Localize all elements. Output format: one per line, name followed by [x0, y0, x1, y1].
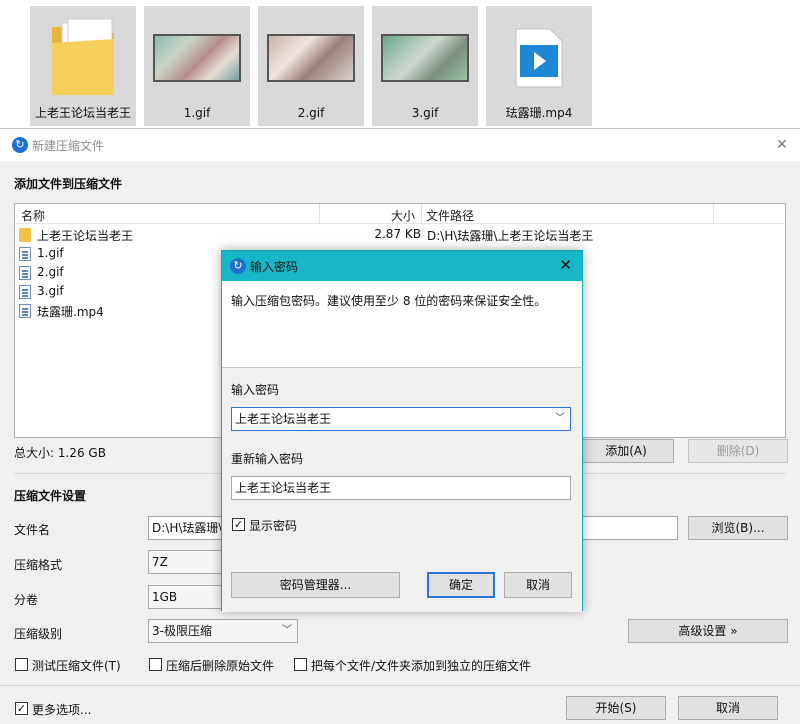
row-name: 3.gif [37, 284, 64, 298]
app-logo-icon: ↻ [230, 258, 246, 274]
divider [0, 685, 800, 686]
desktop-file-1gif[interactable]: 1.gif [144, 6, 250, 126]
password-dialog-title: 输入密码 [250, 260, 299, 274]
row-name: 上老王论坛当老王 [37, 229, 134, 243]
add-files-heading: 添加文件到压缩文件 [14, 177, 123, 191]
file-icon [19, 266, 31, 280]
image-thumbnail [267, 34, 355, 82]
separate-archives-checkbox[interactable] [294, 658, 307, 671]
add-button[interactable]: 添加(A) [578, 439, 674, 463]
delete-original-label: 压缩后删除原始文件 [166, 659, 275, 673]
browse-button[interactable]: 浏览(B)... [688, 516, 788, 540]
delete-original-checkbox[interactable] [149, 658, 162, 671]
password-manager-button[interactable]: 密码管理器... [231, 572, 400, 598]
password-description: 输入压缩包密码。建议使用至少 8 位的密码来保证安全性。 [231, 294, 547, 308]
row-size: 2.87 KB [374, 227, 421, 241]
settings-heading: 压缩文件设置 [14, 489, 87, 503]
format-label: 压缩格式 [14, 558, 63, 572]
list-header: 名称 大小 文件路径 [15, 204, 785, 224]
level-select[interactable]: 3-极限压缩 ﹀ [148, 619, 298, 643]
delete-button[interactable]: 删除(D) [688, 439, 788, 463]
row-name: 2.gif [37, 265, 64, 279]
desktop-file-name: 2.gif [297, 106, 325, 120]
test-archive-checkbox[interactable] [15, 658, 28, 671]
cancel-button[interactable]: 取消 [678, 696, 778, 720]
password-value: 上老王论坛当老王 [235, 412, 332, 426]
password-input[interactable]: 上老王论坛当老王 ﹀ [231, 407, 571, 431]
password-form: 输入密码 上老王论坛当老王 ﹀ 重新输入密码 上老王论坛当老王 ✓ 显示密码 密… [222, 367, 582, 612]
test-archive-label: 测试压缩文件(T) [32, 659, 121, 673]
ok-button[interactable]: 确定 [427, 572, 495, 598]
password-cancel-button[interactable]: 取消 [504, 572, 572, 598]
password-dialog-description-area: 输入压缩包密码。建议使用至少 8 位的密码来保证安全性。 [222, 281, 582, 367]
row-name: 珐露珊.mp4 [37, 305, 104, 319]
start-button[interactable]: 开始(S) [566, 696, 666, 720]
confirm-password-input[interactable]: 上老王论坛当老王 [231, 476, 571, 500]
level-label: 压缩级别 [14, 627, 63, 641]
column-size[interactable]: 大小 [391, 207, 415, 224]
file-icon [19, 304, 31, 318]
desktop-file-name: 1.gif [183, 106, 211, 120]
column-name[interactable]: 名称 [21, 207, 45, 224]
folder-icon [19, 228, 31, 242]
level-value: 3-极限压缩 [152, 624, 212, 638]
chevron-down-icon: ﹀ [282, 625, 292, 636]
desktop-file-3gif[interactable]: 3.gif [372, 6, 478, 126]
advanced-settings-button[interactable]: 高级设置 » [628, 619, 788, 643]
password-label: 输入密码 [231, 383, 280, 397]
desktop-file-name: 上老王论坛当老王 [34, 106, 131, 120]
desktop-file-2gif[interactable]: 2.gif [258, 6, 364, 126]
show-password-checkbox[interactable]: ✓ [232, 518, 245, 531]
dialog-title: 新建压缩文件 [32, 139, 105, 153]
total-size-label: 总大小: 1.26 GB [14, 446, 106, 460]
app-logo-icon: ↻ [12, 137, 28, 153]
confirm-password-label: 重新输入密码 [231, 452, 304, 466]
column-path[interactable]: 文件路径 [426, 207, 474, 224]
table-row[interactable]: 上老王论坛当老王 2.87 KB D:\H\珐露珊\上老王论坛当老王 [19, 226, 779, 245]
close-icon[interactable]: ✕ [559, 256, 572, 274]
folder-icon [38, 14, 128, 102]
desktop-file-name: 珐露珊.mp4 [505, 106, 573, 120]
split-label: 分卷 [14, 593, 39, 607]
filename-label: 文件名 [14, 523, 51, 537]
show-password-label: 显示密码 [249, 519, 298, 533]
file-icon [19, 285, 31, 299]
row-name: 1.gif [37, 246, 64, 260]
desktop-file-area: 上老王论坛当老王 1.gif 2.gif 3.gif 珐露珊.mp4 [0, 0, 800, 128]
more-options-label[interactable]: 更多选项... [32, 701, 91, 718]
desktop-file-folder[interactable]: 上老王论坛当老王 [30, 6, 136, 126]
image-thumbnail [381, 34, 469, 82]
desktop-file-name: 3.gif [411, 106, 439, 120]
image-thumbnail [153, 34, 241, 82]
format-select[interactable]: 7Z [148, 550, 222, 574]
close-icon[interactable]: ✕ [772, 135, 792, 155]
password-dialog-titlebar: ↻ 输入密码 ✕ [222, 251, 582, 281]
file-icon [19, 247, 31, 261]
video-file-icon [494, 14, 584, 102]
password-dialog: ↻ 输入密码 ✕ 输入压缩包密码。建议使用至少 8 位的密码来保证安全性。 输入… [221, 250, 583, 612]
chevron-down-icon[interactable]: ﹀ [555, 408, 565, 430]
split-select[interactable]: 1GB [148, 585, 222, 609]
separate-archives-label: 把每个文件/文件夹添加到独立的压缩文件 [311, 659, 532, 673]
dialog-titlebar: ↻ 新建压缩文件 ✕ [0, 129, 800, 161]
desktop-file-mp4[interactable]: 珐露珊.mp4 [486, 6, 592, 126]
row-path: D:\H\珐露珊\上老王论坛当老王 [427, 229, 594, 243]
more-options-checkbox[interactable]: ✓ [15, 702, 28, 715]
